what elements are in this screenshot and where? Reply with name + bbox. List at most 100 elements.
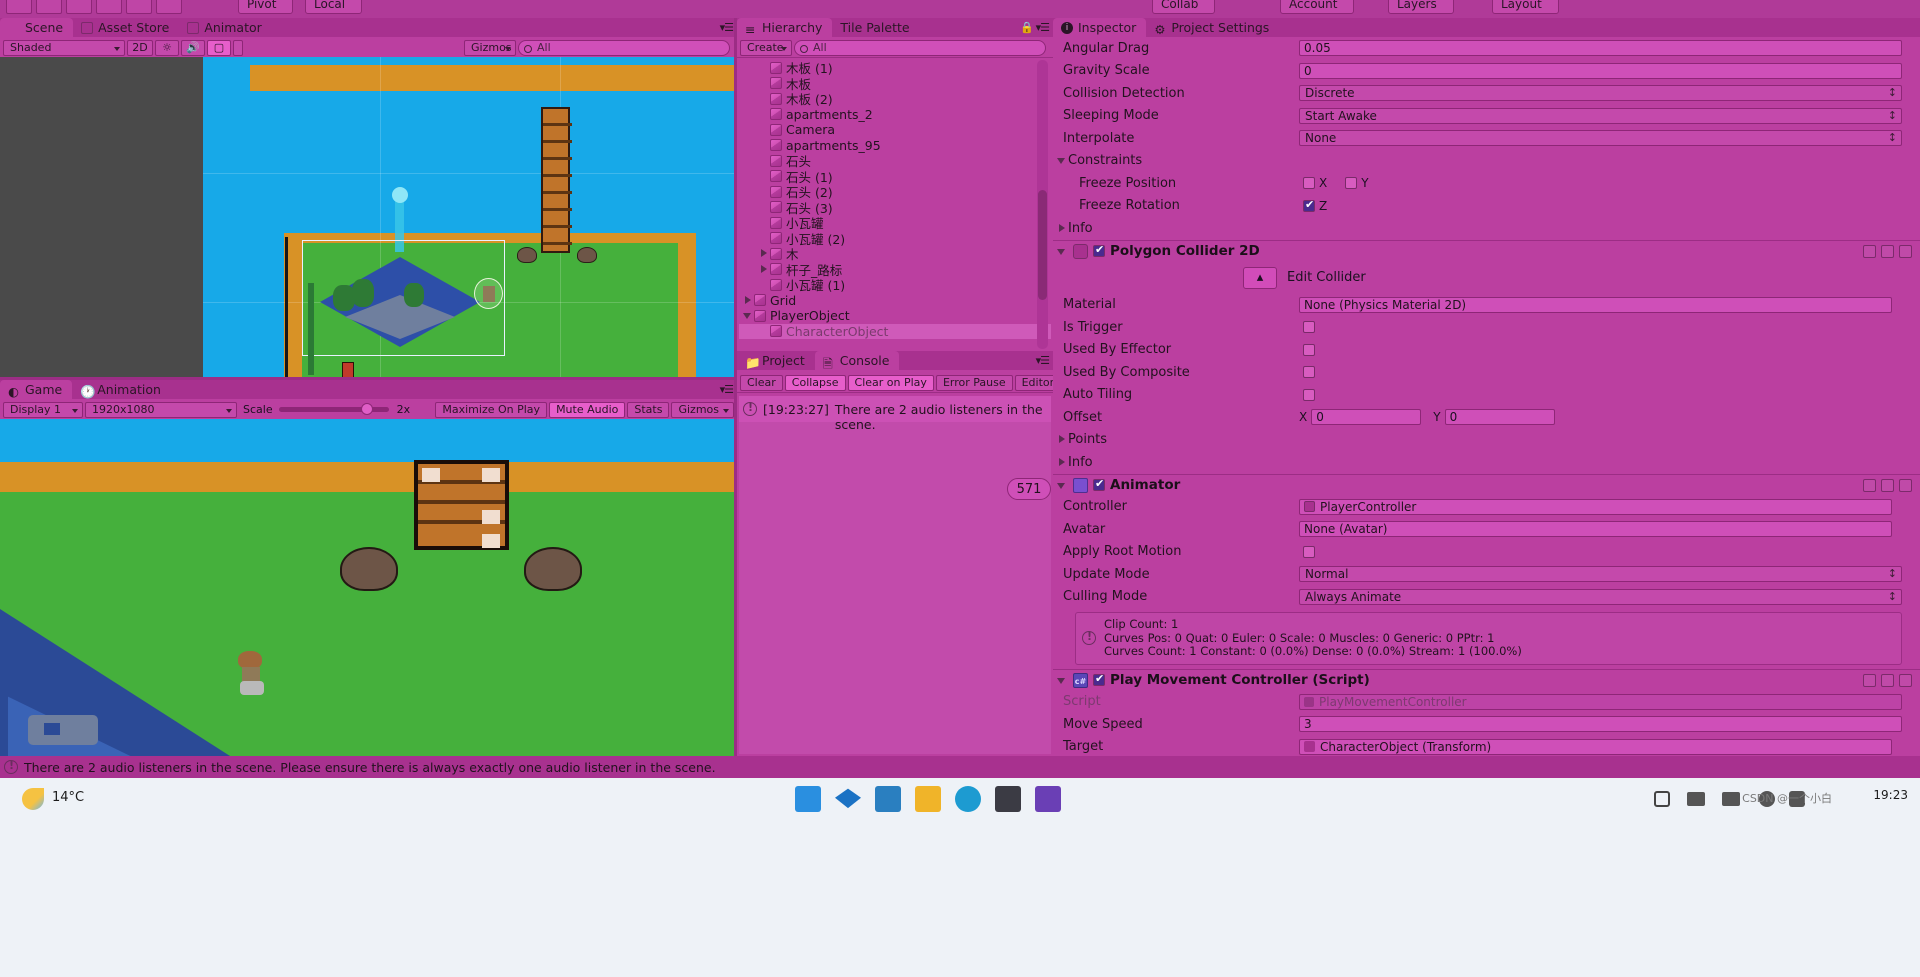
constraints-foldout[interactable]: Constraints xyxy=(1053,150,1920,173)
tab-game[interactable]: ◐ Game xyxy=(0,380,72,399)
collab-button[interactable]: Collab xyxy=(1152,0,1215,14)
interpolate-dropdown[interactable]: None xyxy=(1299,130,1902,146)
freeze-position-y-checkbox[interactable] xyxy=(1345,177,1357,189)
rect-tool-button[interactable] xyxy=(126,0,152,14)
visual-studio-icon[interactable] xyxy=(1035,786,1061,812)
hierarchy-tree[interactable]: 木板 (1)木板木板 (2)apartments_2Cameraapartmen… xyxy=(739,60,1051,349)
error-pause-button[interactable]: Error Pause xyxy=(936,375,1013,391)
console-message-row[interactable]: [19:23:27] There are 2 audio listeners i… xyxy=(739,396,1051,422)
game-gizmos-dropdown[interactable]: Gizmos xyxy=(671,402,734,418)
gizmos-dropdown[interactable]: Gizmos xyxy=(464,40,516,56)
hierarchy-item[interactable]: CharacterObject xyxy=(739,324,1051,340)
game-panel-menu[interactable]: ▾☰ xyxy=(720,383,733,396)
hierarchy-item[interactable]: Grid xyxy=(739,293,1051,309)
tab-inspector[interactable]: i Inspector xyxy=(1053,18,1146,37)
animator-enabled-checkbox[interactable] xyxy=(1093,479,1105,491)
scale-slider[interactable] xyxy=(279,407,389,412)
shading-mode-dropdown[interactable]: Shaded xyxy=(3,40,125,56)
display-dropdown[interactable]: Display 1 xyxy=(3,402,83,418)
is-trigger-checkbox[interactable] xyxy=(1303,321,1315,333)
hierarchy-item[interactable]: 小瓦罐 (1) xyxy=(739,277,1051,293)
edge-icon[interactable] xyxy=(955,786,981,812)
clear-button[interactable]: Clear xyxy=(740,375,783,391)
account-dropdown[interactable]: Account xyxy=(1280,0,1354,14)
status-bar[interactable]: There are 2 audio listeners in the scene… xyxy=(0,756,1920,778)
mute-audio-button[interactable]: Mute Audio xyxy=(549,402,625,418)
image-icon[interactable]: ▢ xyxy=(207,40,231,56)
chevron-right-icon[interactable] xyxy=(743,295,754,306)
used-by-effector-checkbox[interactable] xyxy=(1303,344,1315,356)
edit-collider-button[interactable]: ▴ xyxy=(1243,267,1277,289)
update-mode-dropdown[interactable]: Normal xyxy=(1299,566,1902,582)
effects-dropdown-arrow[interactable] xyxy=(233,40,243,56)
chevron-down-icon[interactable] xyxy=(743,310,754,321)
preset-icon[interactable] xyxy=(1881,479,1894,492)
context-menu-icon[interactable] xyxy=(1899,674,1912,687)
script-enabled-checkbox[interactable] xyxy=(1093,674,1105,686)
tab-console[interactable]: 🗎 Console xyxy=(815,351,900,370)
script-component-header[interactable]: c# Play Movement Controller (Script) xyxy=(1053,669,1920,691)
taskbar-clock[interactable]: 19:23 xyxy=(1873,788,1908,802)
context-menu-icon[interactable] xyxy=(1899,245,1912,258)
hand-tool-button[interactable] xyxy=(6,0,32,14)
tab-animation[interactable]: 🕐 Animation xyxy=(72,380,171,399)
culling-mode-dropdown[interactable]: Always Animate xyxy=(1299,589,1902,605)
collapse-button[interactable]: Collapse xyxy=(785,375,846,391)
used-by-composite-checkbox[interactable] xyxy=(1303,366,1315,378)
tab-project[interactable]: 📁 Project xyxy=(737,351,815,370)
start-icon[interactable] xyxy=(795,786,821,812)
tab-project-settings[interactable]: ⚙ Project Settings xyxy=(1146,18,1279,37)
help-icon[interactable] xyxy=(1863,479,1876,492)
auto-tiling-checkbox[interactable] xyxy=(1303,389,1315,401)
transform-tool-button[interactable] xyxy=(156,0,182,14)
sleeping-mode-dropdown[interactable]: Start Awake xyxy=(1299,108,1902,124)
chevron-right-icon[interactable] xyxy=(759,248,770,259)
tab-hierarchy[interactable]: ≡ Hierarchy xyxy=(737,18,832,37)
hierarchy-item[interactable]: apartments_2 xyxy=(739,107,1051,123)
hierarchy-scrollbar-thumb[interactable] xyxy=(1038,190,1047,300)
inspector-content[interactable]: Angular Drag 0.05 Gravity Scale 0 Collis… xyxy=(1053,37,1920,756)
scene-viewport[interactable]: Tilemap Focus On None xyxy=(0,57,737,380)
offset-x-field[interactable]: 0 xyxy=(1311,409,1421,425)
maximize-on-play-button[interactable]: Maximize On Play xyxy=(435,402,547,418)
apply-root-motion-checkbox[interactable] xyxy=(1303,546,1315,558)
angular-drag-field[interactable]: 0.05 xyxy=(1299,40,1902,56)
hierarchy-panel-menu[interactable]: 🔒 ▾☰ xyxy=(1020,21,1049,34)
hierarchy-item[interactable]: PlayerObject xyxy=(739,308,1051,324)
animator-header[interactable]: Animator xyxy=(1053,474,1920,496)
local-dropdown[interactable]: Local xyxy=(305,0,362,14)
move-speed-field[interactable]: 3 xyxy=(1299,716,1902,732)
target-field[interactable]: CharacterObject (Transform) xyxy=(1299,739,1892,755)
scale-tool-button[interactable] xyxy=(96,0,122,14)
chevron-up-icon[interactable] xyxy=(1654,791,1670,807)
tab-animator[interactable]: Animator xyxy=(179,18,271,37)
chevron-right-icon[interactable] xyxy=(759,264,770,275)
collider-info-foldout[interactable]: Info xyxy=(1053,451,1920,474)
console-panel-menu[interactable]: ▾☰ xyxy=(1036,354,1049,367)
scene-panel-menu[interactable]: ▾☰ xyxy=(720,21,733,34)
pivot-dropdown[interactable]: Pivot xyxy=(238,0,293,14)
hierarchy-item[interactable]: 木板 (2) xyxy=(739,91,1051,107)
layout-dropdown[interactable]: Layout xyxy=(1492,0,1559,14)
hierarchy-scrollbar[interactable] xyxy=(1037,60,1048,349)
photos-icon[interactable] xyxy=(875,786,901,812)
clear-on-play-button[interactable]: Clear on Play xyxy=(848,375,934,391)
preset-icon[interactable] xyxy=(1881,245,1894,258)
speaker-icon[interactable]: 🔊 xyxy=(181,40,205,56)
stats-button[interactable]: Stats xyxy=(627,402,669,418)
polygon-collider-header[interactable]: Polygon Collider 2D xyxy=(1053,240,1920,262)
tab-tile-palette[interactable]: Tile Palette xyxy=(832,18,919,37)
freeze-rotation-z-checkbox[interactable] xyxy=(1303,200,1315,212)
freeze-position-x-checkbox[interactable] xyxy=(1303,177,1315,189)
explorer-icon[interactable] xyxy=(915,786,941,812)
create-dropdown[interactable]: Create xyxy=(740,40,792,56)
polygon-collider-enabled-checkbox[interactable] xyxy=(1093,245,1105,257)
collider-material-field[interactable]: None (Physics Material 2D) xyxy=(1299,297,1892,313)
layers-dropdown[interactable]: Layers xyxy=(1388,0,1454,14)
scene-search-input[interactable]: All xyxy=(518,40,730,56)
tab-scene[interactable]: Scene xyxy=(0,18,73,37)
collision-detection-dropdown[interactable]: Discrete xyxy=(1299,85,1902,101)
console-message-list[interactable]: [19:23:27] There are 2 audio listeners i… xyxy=(739,396,1051,754)
animator-controller-field[interactable]: PlayerController xyxy=(1299,499,1892,515)
mail-icon[interactable] xyxy=(835,786,861,812)
